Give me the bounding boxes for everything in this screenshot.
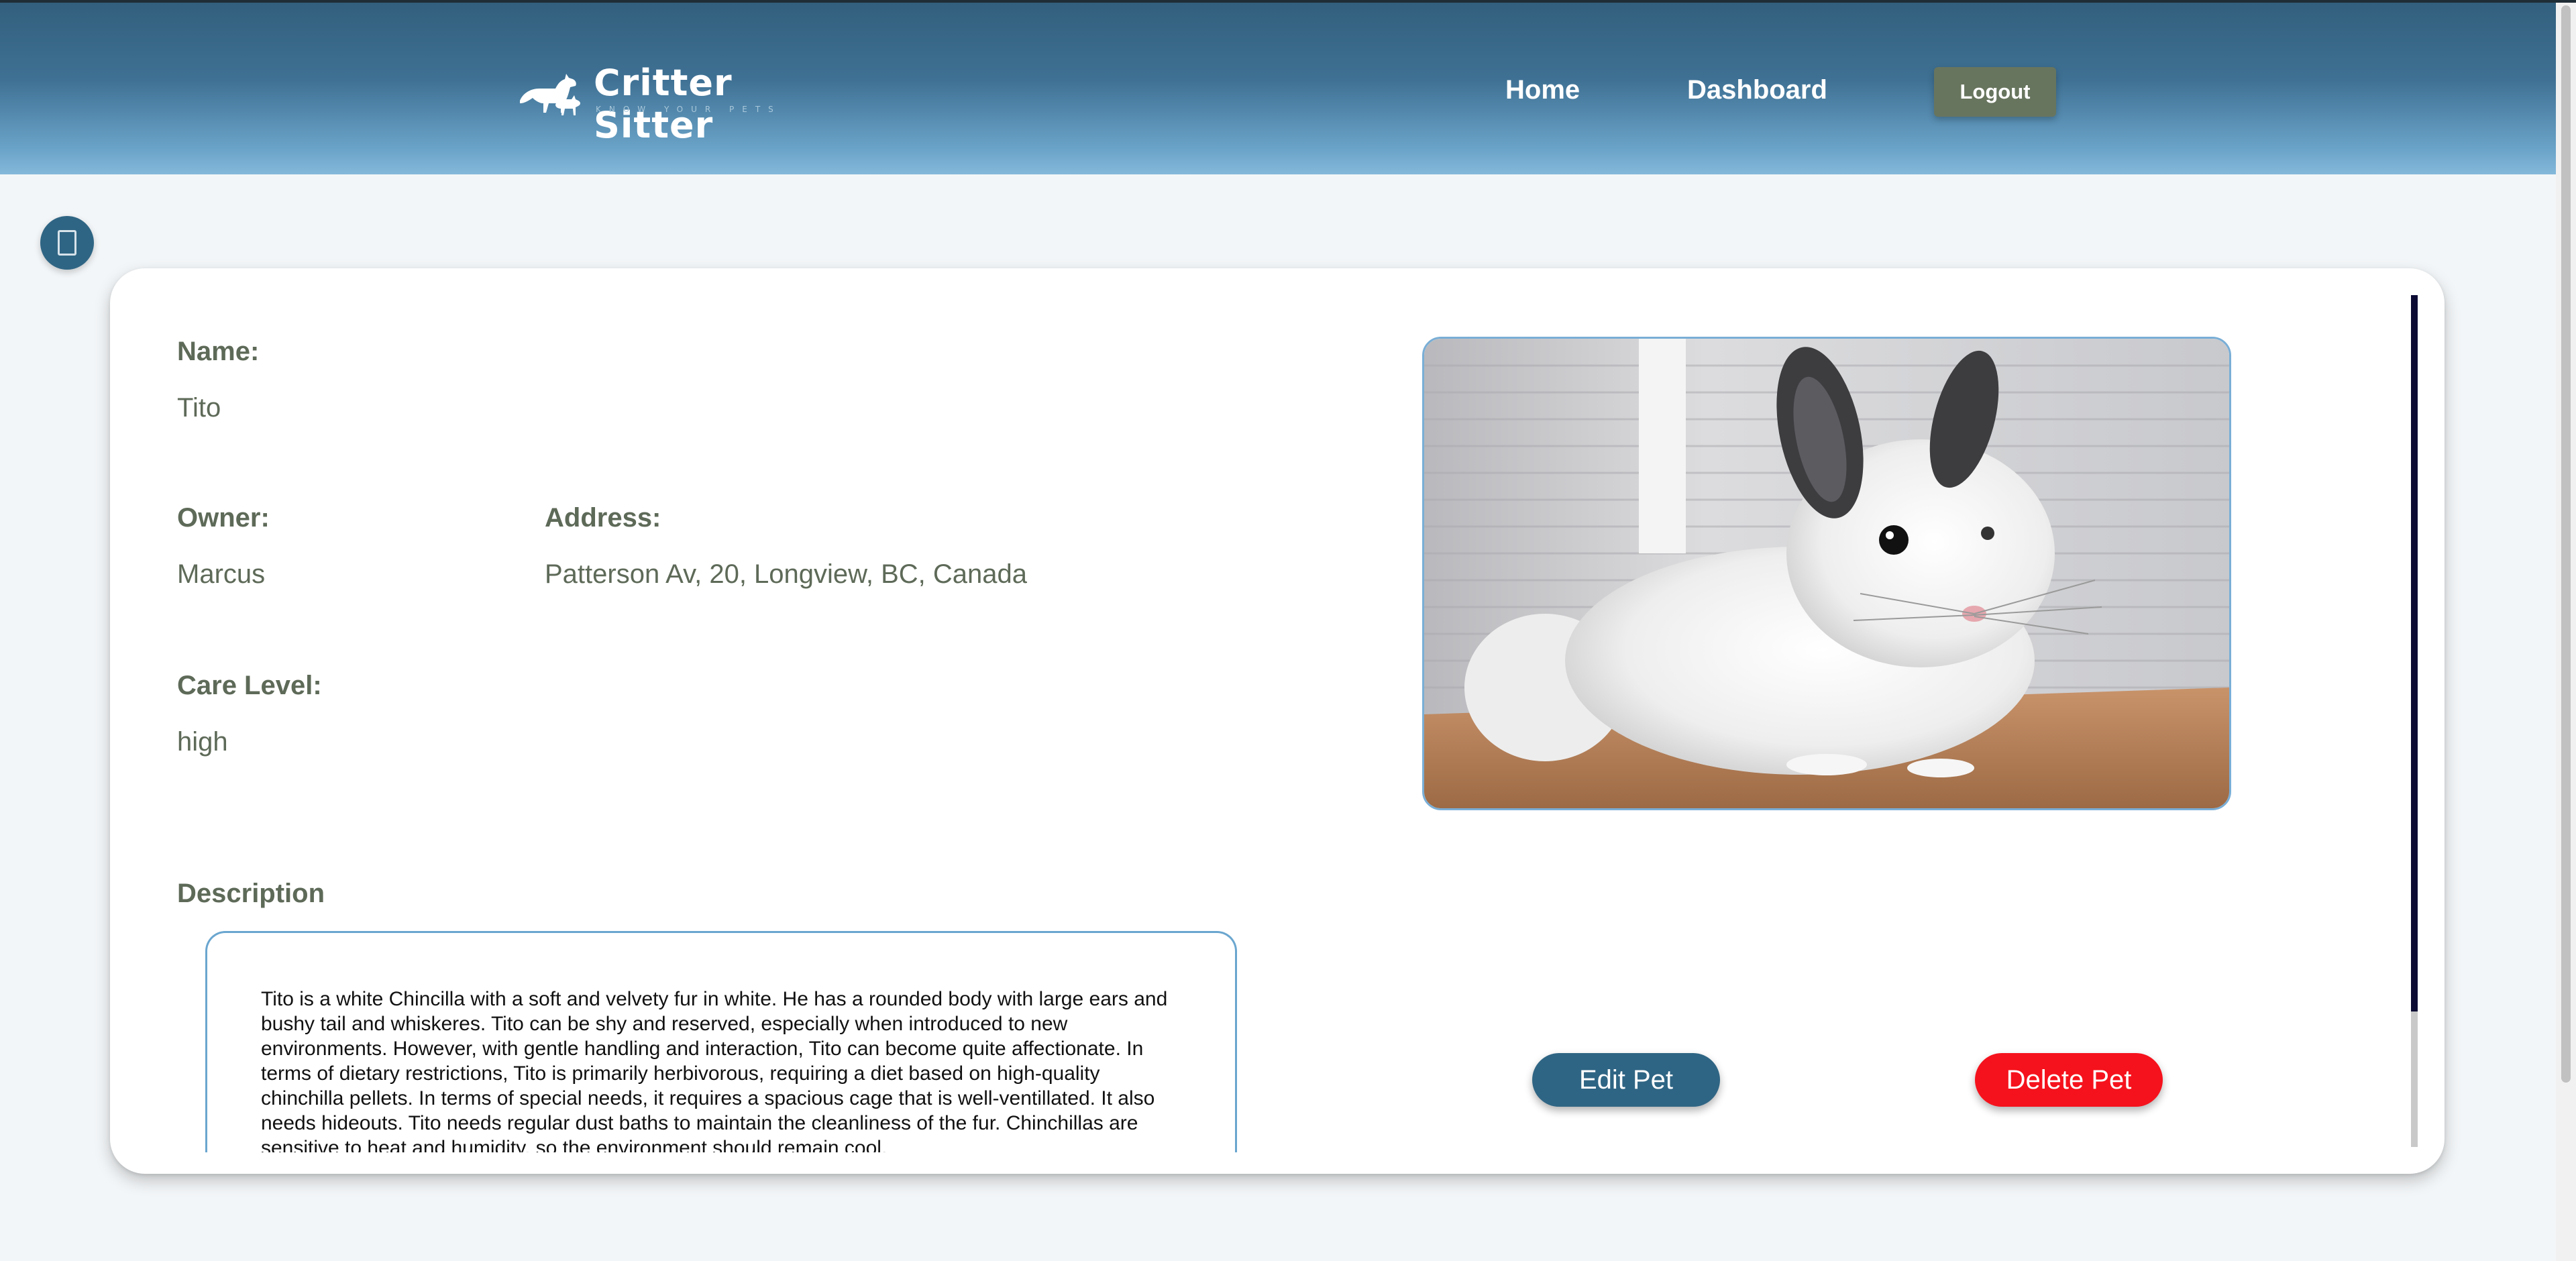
nav-dashboard-link[interactable]: Dashboard bbox=[1687, 75, 1827, 105]
site-header: Critter Sitter KNOW YOUR PETS Home Dashb… bbox=[0, 3, 2556, 174]
brand-name: Critter Sitter bbox=[594, 62, 733, 146]
description-box[interactable]: Tito is a white Chincilla with a soft an… bbox=[205, 931, 1237, 1152]
pet-details-card: Name: Tito Owner: Marcus Address: Patter… bbox=[110, 268, 2445, 1174]
owner-label: Owner: bbox=[177, 503, 270, 533]
care-level-label: Care Level: bbox=[177, 671, 322, 700]
pet-address: Patterson Av, 20, Longview, BC, Canada bbox=[545, 559, 1027, 589]
page-scrollbar-thumb[interactable] bbox=[2561, 5, 2571, 1083]
brand-tagline: KNOW YOUR PETS bbox=[596, 105, 782, 114]
pet-owner: Marcus bbox=[177, 559, 266, 589]
pet-photo bbox=[1422, 337, 2231, 810]
dog-cat-silhouette-icon bbox=[520, 74, 580, 115]
description-label: Description bbox=[177, 879, 325, 908]
pet-name: Tito bbox=[177, 393, 221, 423]
edit-pet-button[interactable]: Edit Pet bbox=[1532, 1053, 1720, 1107]
logout-button[interactable]: Logout bbox=[1934, 67, 2056, 117]
pet-description: Tito is a white Chincilla with a soft an… bbox=[261, 988, 1168, 1152]
chinchilla-image bbox=[1424, 339, 2229, 808]
back-icon bbox=[58, 230, 76, 256]
back-button[interactable] bbox=[40, 216, 94, 270]
pet-care-level: high bbox=[177, 727, 228, 757]
brand-logo[interactable]: Critter Sitter KNOW YOUR PETS bbox=[517, 62, 825, 146]
card-scrollbar[interactable] bbox=[2411, 295, 2418, 1147]
nav-home-link[interactable]: Home bbox=[1505, 75, 1580, 105]
card-scrollbar-thumb[interactable] bbox=[2411, 295, 2418, 1011]
address-label: Address: bbox=[545, 503, 661, 533]
name-label: Name: bbox=[177, 337, 260, 366]
delete-pet-button[interactable]: Delete Pet bbox=[1975, 1053, 2163, 1107]
page-scrollbar[interactable] bbox=[2556, 3, 2576, 1261]
